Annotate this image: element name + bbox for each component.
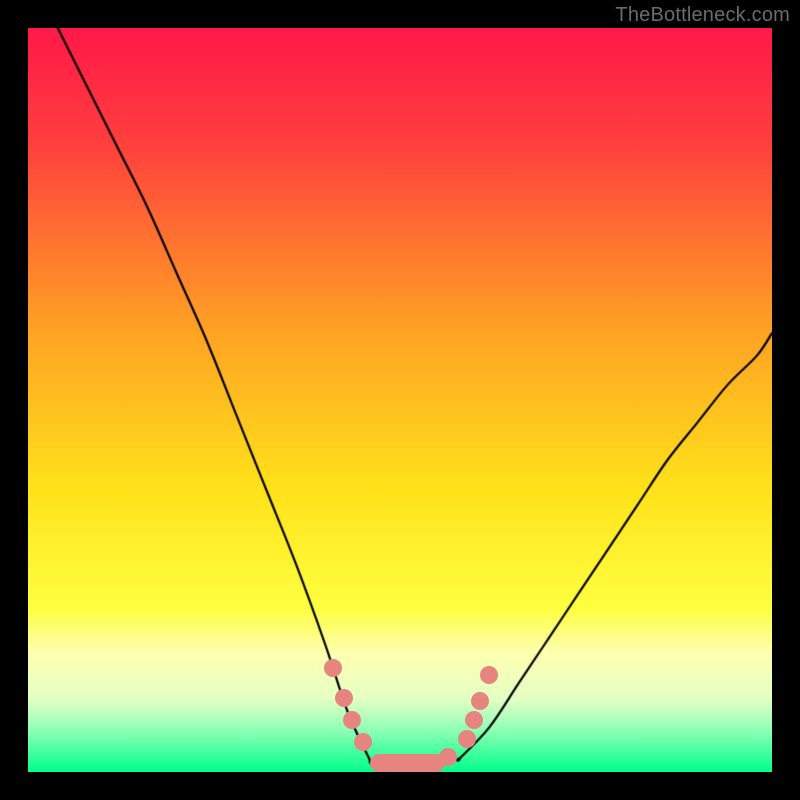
bottleneck-curve [28,28,772,772]
plot-area [28,28,772,772]
chart-frame: TheBottleneck.com [0,0,800,800]
watermark-text: TheBottleneck.com [615,4,790,27]
